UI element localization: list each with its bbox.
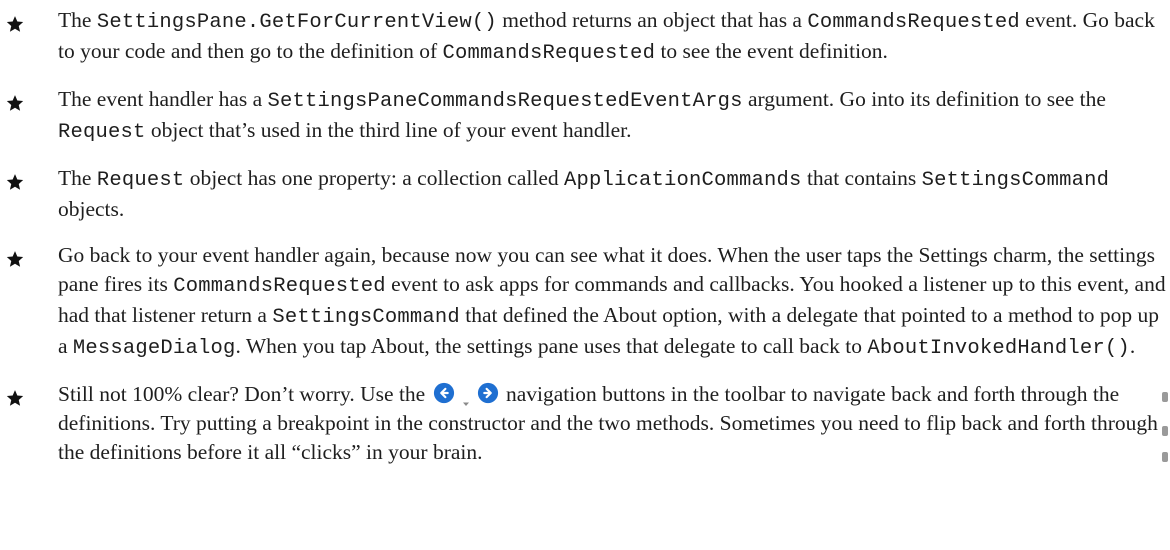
bullet-list: The SettingsPane.GetForCurrentView() met… xyxy=(0,6,1170,484)
star-icon xyxy=(6,12,24,32)
text-run: that contains xyxy=(801,166,922,190)
bullet-item: The Request object has one property: a c… xyxy=(0,164,1170,224)
code-inline: AboutInvokedHandler() xyxy=(867,337,1130,360)
navigate-backward-icon xyxy=(433,382,455,404)
code-inline: CommandsRequested xyxy=(807,11,1020,34)
text-run: object has one property: a collection ca… xyxy=(184,166,565,190)
navigation-buttons xyxy=(433,382,499,406)
code-inline: Request xyxy=(58,121,146,144)
text-run: The xyxy=(58,166,97,190)
star-icon xyxy=(6,247,24,267)
code-inline: SettingsPane.GetForCurrentView() xyxy=(96,11,497,34)
code-inline: SettingsCommand xyxy=(272,306,460,329)
text-run: to see the event definition. xyxy=(655,39,888,63)
star-icon xyxy=(6,91,24,111)
star-icon xyxy=(6,386,24,406)
text-run: . xyxy=(1129,334,1136,358)
text-run: argument. Go into its definition to see … xyxy=(742,87,1106,111)
code-inline: MessageDialog xyxy=(72,337,236,360)
text-run: objects. xyxy=(58,197,125,221)
code-inline: SettingsCommand xyxy=(921,169,1110,192)
page-edge-mark xyxy=(1162,392,1168,402)
page-edge-mark xyxy=(1162,426,1168,436)
code-inline: CommandsRequested xyxy=(442,42,656,65)
star-icon xyxy=(6,170,24,190)
bullet-item: Go back to your event handler again, bec… xyxy=(0,241,1170,363)
text-run: method returns an object that has a xyxy=(496,8,808,32)
document-page: The SettingsPane.GetForCurrentView() met… xyxy=(0,0,1170,550)
text-run: object that’s used in the third line of … xyxy=(145,118,632,142)
code-inline: CommandsRequested xyxy=(173,275,386,298)
dropdown-arrow-icon xyxy=(461,388,471,406)
code-inline: SettingsPaneCommandsRequestedEventArgs xyxy=(267,90,743,113)
bullet-item: The event handler has a SettingsPaneComm… xyxy=(0,85,1170,147)
text-run: . When you tap About, the settings pane … xyxy=(235,334,868,358)
text-run: Still not 100% clear? Don’t worry. Use t… xyxy=(58,382,431,406)
code-inline: ApplicationCommands xyxy=(564,169,802,192)
navigate-forward-icon xyxy=(477,382,499,404)
page-edge-mark xyxy=(1162,452,1168,462)
code-inline: Request xyxy=(96,169,185,192)
bullet-item: The SettingsPane.GetForCurrentView() met… xyxy=(0,6,1170,68)
text-run: The event handler has a xyxy=(58,87,268,111)
bullet-item: Still not 100% clear? Don’t worry. Use t… xyxy=(0,380,1170,467)
text-run: The xyxy=(58,8,97,32)
